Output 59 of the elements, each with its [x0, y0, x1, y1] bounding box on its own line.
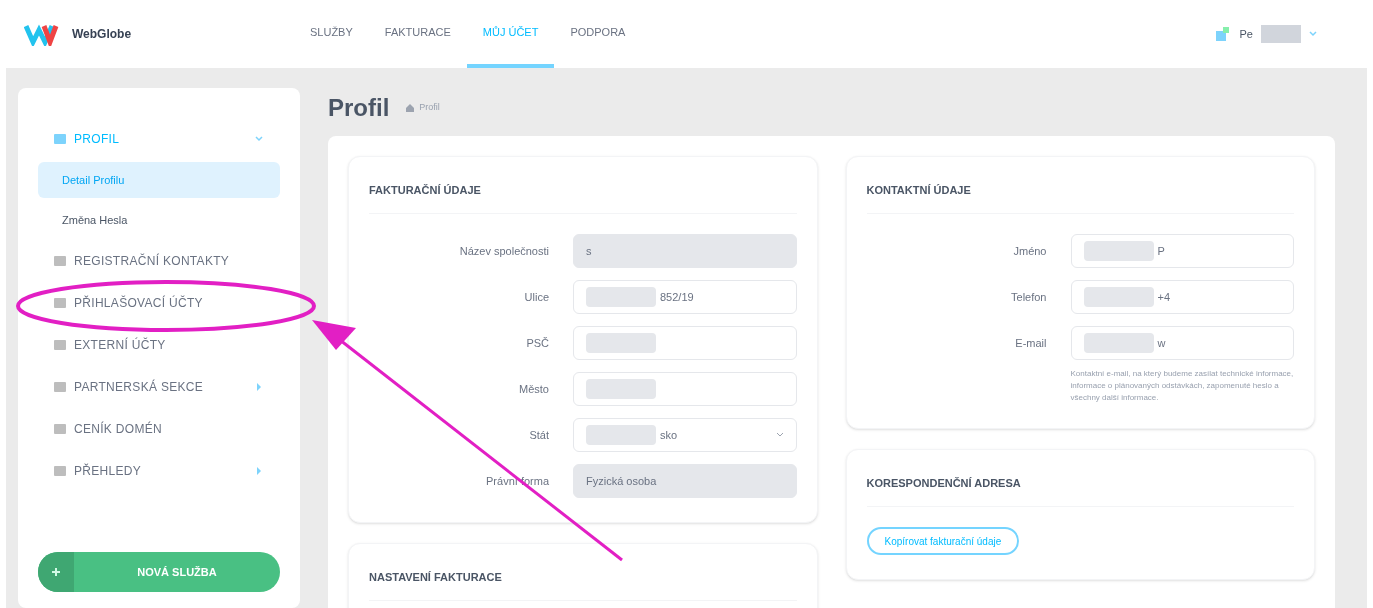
menu-item-icon: [54, 424, 66, 434]
field-value: 852/19: [660, 289, 694, 305]
chevron-down-icon[interactable]: [1309, 31, 1317, 37]
user-name: Pe: [1239, 26, 1253, 42]
field-label: Jméno: [1012, 243, 1047, 259]
plus-icon: [38, 552, 74, 592]
select-field[interactable]: sko: [573, 418, 797, 452]
field-label: Město: [518, 381, 549, 397]
menu-item-icon: [54, 382, 66, 392]
section-title: KORESPONDENČNÍ ADRESA: [866, 477, 1021, 489]
redaction-block: [586, 379, 656, 399]
input-field[interactable]: P: [1070, 234, 1294, 268]
input-field[interactable]: [573, 372, 797, 406]
redaction-block: [586, 425, 656, 445]
nav-tab[interactable]: FAKTURACE: [368, 0, 467, 68]
nav-tab[interactable]: PODPORA: [554, 0, 642, 68]
redaction-block: [1083, 241, 1154, 261]
input-field[interactable]: w: [1070, 326, 1294, 360]
field-value: Fyzická osoba: [586, 473, 657, 489]
sidebar-item[interactable]: PŘEHLEDY: [38, 452, 280, 490]
input-field[interactable]: 852/19: [573, 280, 797, 314]
sidebar-item[interactable]: PARTNERSKÁ SEKCE: [38, 368, 280, 406]
caret-icon: [775, 432, 784, 438]
redaction-block: [1083, 333, 1154, 353]
field-label: Stát: [528, 427, 549, 443]
submenu-item[interactable]: Změna Hesla: [38, 202, 280, 238]
cart-icon[interactable]: [1213, 25, 1232, 43]
nav-tab[interactable]: SLUŽBY: [294, 0, 369, 68]
field-value: +4: [1157, 289, 1171, 305]
sidebar-item[interactable]: EXTERNÍ ÚČTY: [38, 326, 280, 364]
input-field[interactable]: +4: [1070, 280, 1294, 314]
field-label: Název společnosti: [458, 243, 549, 259]
menu-item-icon: [54, 466, 66, 476]
field-label: Telefon: [1010, 289, 1047, 305]
sidebar-item[interactable]: REGISTRAČNÍ KONTAKTY: [38, 242, 280, 280]
menu-item-icon: [54, 340, 66, 350]
section-title: KONTAKTNÍ ÚDAJE: [866, 184, 971, 196]
field-value: sko: [660, 427, 678, 443]
redaction-block: [1261, 25, 1301, 43]
field-value: P: [1157, 243, 1165, 259]
field-label: E-mail: [1014, 335, 1047, 351]
logo-text: WebGlobe: [72, 26, 132, 43]
redaction-block: [586, 333, 656, 353]
section-title: FAKTURAČNÍ ÚDAJE: [369, 184, 481, 196]
section-title: NASTAVENÍ FAKTURACE: [369, 571, 502, 583]
field-value: w: [1157, 335, 1166, 351]
menu-item-icon: [54, 298, 66, 308]
field-label: Ulice: [523, 289, 549, 305]
field-value: s: [586, 243, 592, 259]
sidebar-item[interactable]: CENÍK DOMÉN: [38, 410, 280, 448]
menu-item-icon: [54, 134, 66, 144]
redaction-block: [586, 287, 656, 307]
help-text: Kontaktní e-mail, na který budeme zasílat technické informace, informace o plánovaných odstávkách, zapomenuté heslo a všechny další informace.: [1070, 368, 1294, 404]
menu-item-icon: [54, 256, 66, 266]
redaction-block: [1083, 287, 1154, 307]
field-label: PSČ: [525, 335, 549, 351]
home-icon[interactable]: [405, 103, 416, 113]
page-title: Profil: [328, 93, 390, 123]
input-field[interactable]: [573, 326, 797, 360]
